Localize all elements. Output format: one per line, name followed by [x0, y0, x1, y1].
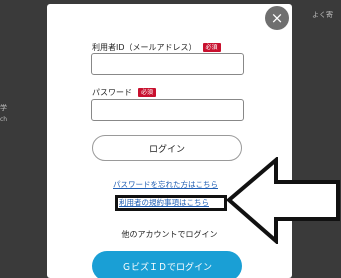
- user-id-label: 利用者ID（メールアドレス） 必須: [92, 42, 221, 53]
- password-label-text: パスワード: [92, 88, 132, 97]
- required-badge: 必須: [138, 88, 157, 97]
- forgot-password-link[interactable]: パスワードを忘れた方はこちら: [113, 179, 218, 190]
- annotation-highlight-box: [115, 195, 227, 211]
- required-badge: 必須: [202, 43, 221, 52]
- gbiz-login-button[interactable]: ＧビズＩＤでログイン: [92, 251, 242, 278]
- user-id-label-text: 利用者ID（メールアドレス）: [92, 43, 197, 52]
- left-arrow-icon: [226, 157, 340, 244]
- background-text: よく寄: [312, 11, 333, 19]
- background-text: ch: [0, 116, 8, 123]
- arrow-shape: [226, 157, 340, 244]
- login-button[interactable]: ログイン: [92, 135, 242, 161]
- close-icon[interactable]: ×: [265, 6, 289, 30]
- password-label: パスワード 必須: [92, 87, 157, 98]
- background-text: 学: [0, 104, 7, 112]
- user-id-input[interactable]: [91, 53, 244, 75]
- password-input[interactable]: [91, 99, 244, 121]
